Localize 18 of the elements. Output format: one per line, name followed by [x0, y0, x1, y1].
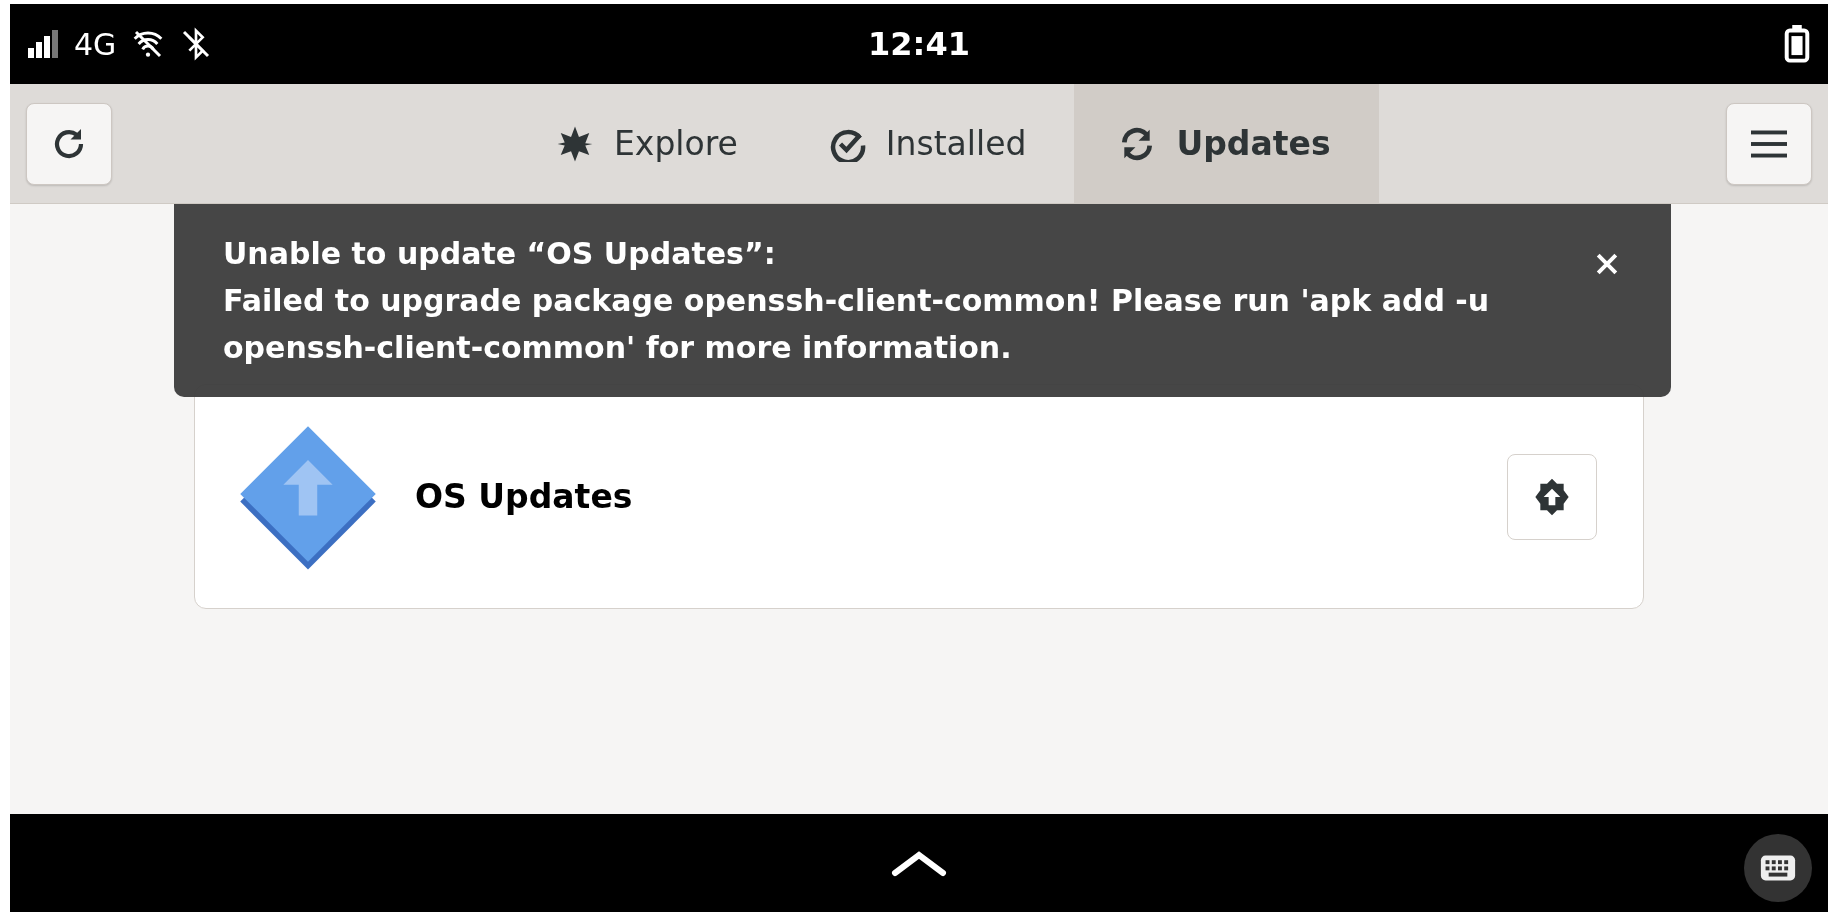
view-tab[interactable]: Explore	[512, 84, 786, 203]
view-tab[interactable]: Installed	[785, 84, 1075, 203]
toast-title: Unable to update “OS Updates”:	[223, 235, 777, 273]
signal-icon	[28, 30, 60, 58]
clock-time: 12:41	[868, 25, 970, 63]
chevron-up-icon	[891, 849, 947, 877]
menu-icon	[1751, 128, 1787, 159]
network-type: 4G	[74, 26, 117, 62]
expand-handle[interactable]	[891, 849, 947, 877]
view-tab[interactable]: Updates	[1074, 84, 1379, 203]
battery-icon	[1784, 25, 1810, 63]
close-icon	[1596, 253, 1618, 275]
app-name: OS Updates	[415, 477, 634, 516]
update-details-button[interactable]	[1507, 453, 1597, 540]
menu-button[interactable]	[1726, 102, 1812, 185]
keyboard-icon	[1759, 854, 1797, 882]
toast-message: Failed to upgrade package openssh-client-common! Please run 'apk add -u openssh-client-common' for more information.	[223, 282, 1491, 367]
refresh-button[interactable]	[26, 102, 112, 185]
